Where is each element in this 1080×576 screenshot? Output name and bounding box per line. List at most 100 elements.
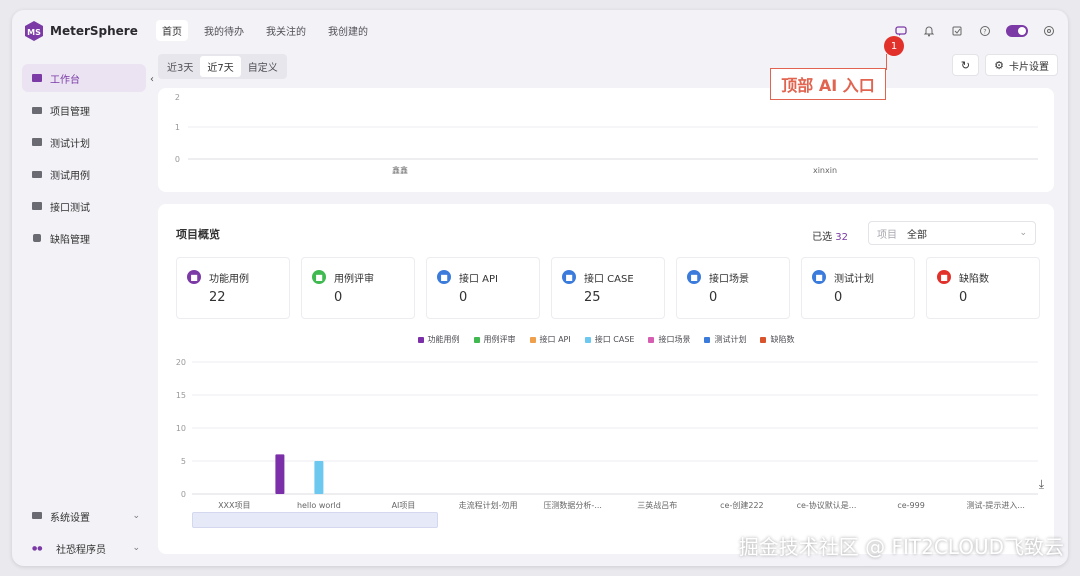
settings-icon[interactable]	[1042, 24, 1056, 38]
stat-value: 22	[209, 290, 226, 305]
sidebar-item-dashboard[interactable]: 工作台	[22, 64, 146, 92]
top-icons: ?	[894, 24, 1056, 38]
chevron-down-icon: ⌄	[132, 511, 140, 521]
topnav-following[interactable]: 我关注的	[266, 23, 306, 41]
stat-card[interactable]: ■ 功能用例 22	[176, 257, 290, 319]
bar-接口 CASE	[314, 461, 324, 494]
bar-chart: 0 5 10 15 20 XXX项目 hello world AI项目 走流程计划-勿用 压测数据…	[176, 358, 1038, 510]
x-tick: xinxin	[813, 166, 837, 175]
legend-item[interactable]: 测试计划	[704, 334, 746, 345]
topnav-home[interactable]: 首页	[156, 20, 188, 41]
legend-item[interactable]: 用例评审	[473, 334, 516, 345]
annotation-line	[886, 54, 887, 70]
legend-item[interactable]: 接口 CASE	[584, 334, 635, 345]
collapse-sidebar-icon[interactable]: ‹	[150, 74, 154, 85]
legend-item[interactable]: 功能用例	[417, 334, 460, 345]
stat-card[interactable]: ■ 接口 CASE 25	[551, 257, 665, 319]
project-overview-card: 项目概览 已选 32 项目 全部 ⌄ ■ 功能用例 22 ■ 用例评审 0 ■ 接口 API 0…	[158, 204, 1054, 554]
y-tick-label: 0	[181, 490, 186, 499]
api-icon	[32, 202, 42, 210]
app-window: MS MeterSphere 首页 我的待办 我关注的 我创建的 ? 工作台 项…	[12, 10, 1068, 566]
stat-value: 0	[459, 290, 468, 305]
x-tick-label: hello world	[297, 501, 341, 510]
main-content: 近3天 近7天 自定义 ↻ ⚙ 卡片设置 2 1 0 鑫鑫 xinxin 项目概…	[158, 54, 1058, 566]
stat-value: 0	[834, 290, 843, 305]
range-7-days[interactable]: 近7天	[200, 56, 241, 77]
stat-value: 0	[959, 290, 968, 305]
stat-name: 测试计划	[834, 274, 874, 285]
sidebar-item-label: 测试计划	[50, 138, 90, 150]
card-settings-label: 卡片设置	[1009, 61, 1049, 73]
chevron-down-icon: ⌄	[132, 543, 140, 553]
stat-card[interactable]: ■ 接口 API 0	[426, 257, 540, 319]
x-tick-label: 压测数据分析-...	[543, 500, 602, 510]
avatar: ●●	[32, 544, 43, 552]
user-name: 社恐程序员	[56, 544, 106, 556]
y-tick-label: 5	[181, 457, 186, 466]
sidebar-item-bug[interactable]: 缺陷管理	[22, 224, 146, 252]
x-tick-label: ce-999	[897, 501, 924, 510]
range-custom[interactable]: 自定义	[241, 56, 285, 77]
stat-icon: ■	[687, 270, 701, 284]
y-tick-label: 15	[176, 391, 186, 400]
top-chart: 2 1 0 鑫鑫 xinxin	[175, 93, 1038, 175]
date-range-tabs: 近3天 近7天 自定义	[158, 54, 287, 79]
help-icon[interactable]: ?	[978, 24, 992, 38]
topnav-todo[interactable]: 我的待办	[204, 23, 244, 41]
stat-name: 缺陷数	[959, 274, 989, 285]
legend-label: 接口 API	[539, 335, 571, 344]
legend-item[interactable]: 接口场景	[648, 334, 690, 345]
annotation-callout: 顶部 AI 入口	[770, 68, 886, 100]
y-tick-label: 10	[176, 424, 186, 433]
chart-zoom-slider[interactable]	[192, 512, 438, 528]
x-tick-label: 走流程计划-勿用	[459, 500, 518, 510]
svg-text:?: ?	[983, 28, 986, 35]
legend-label: 用例评审	[483, 335, 516, 344]
sidebar-item-test-plan[interactable]: 测试计划	[22, 128, 146, 156]
theme-toggle-icon[interactable]	[1006, 25, 1028, 37]
x-tick-label: ce-创建222	[720, 500, 763, 510]
task-icon[interactable]	[950, 24, 964, 38]
case-icon	[32, 171, 42, 178]
bell-icon[interactable]	[922, 24, 936, 38]
legend-swatch	[584, 336, 591, 343]
gear-icon: ⚙	[994, 58, 1004, 72]
card-settings-button[interactable]: ⚙ 卡片设置	[985, 54, 1058, 76]
sidebar-item-project[interactable]: 项目管理	[22, 96, 146, 124]
stat-icon: ■	[437, 270, 451, 284]
bug-icon	[33, 234, 41, 242]
svg-text:MS: MS	[27, 28, 41, 37]
legend-item[interactable]: 接口 API	[529, 334, 571, 345]
range-3-days[interactable]: 近3天	[160, 56, 200, 77]
stat-card[interactable]: ■ 缺陷数 0	[926, 257, 1040, 319]
sidebar-item-api-test[interactable]: 接口测试	[22, 192, 146, 220]
logo[interactable]: MS MeterSphere	[24, 20, 138, 42]
legend-label: 测试计划	[714, 335, 747, 344]
download-icon[interactable]: ⤓	[1039, 477, 1044, 492]
stat-card[interactable]: ■ 用例评审 0	[301, 257, 415, 319]
x-tick-label: 三英战吕布	[637, 500, 677, 510]
x-tick: 鑫鑫	[392, 165, 408, 175]
plan-icon	[32, 138, 42, 146]
stat-name: 接口场景	[709, 274, 749, 285]
stat-value: 0	[334, 290, 343, 305]
legend-label: 接口 CASE	[594, 335, 635, 344]
sidebar-item-label: 测试用例	[50, 170, 90, 182]
stat-value: 25	[584, 290, 601, 305]
legend-swatch	[648, 336, 655, 343]
chart-legend: 功能用例 用例评审 接口 API 接口 CASE 接口场景 测试计划 缺陷数	[158, 334, 1054, 345]
refresh-button[interactable]: ↻	[951, 54, 980, 76]
x-tick-label: AI项目	[392, 501, 416, 510]
topnav-created[interactable]: 我创建的	[328, 23, 368, 41]
project-select[interactable]: 项目 全部 ⌄	[868, 221, 1036, 245]
stat-name: 功能用例	[209, 274, 249, 285]
stat-name: 接口 CASE	[584, 274, 634, 285]
sidebar-item-system-settings[interactable]: 系统设置 ⌄	[22, 502, 146, 530]
user-menu[interactable]: ●● 社恐程序员 ⌄	[22, 534, 146, 562]
legend-item[interactable]: 缺陷数	[760, 334, 794, 345]
legend-swatch	[704, 336, 711, 343]
project-select-value: 全部	[907, 229, 927, 241]
stat-card[interactable]: ■ 测试计划 0	[801, 257, 915, 319]
stat-card[interactable]: ■ 接口场景 0	[676, 257, 790, 319]
sidebar-item-test-case[interactable]: 测试用例	[22, 160, 146, 188]
